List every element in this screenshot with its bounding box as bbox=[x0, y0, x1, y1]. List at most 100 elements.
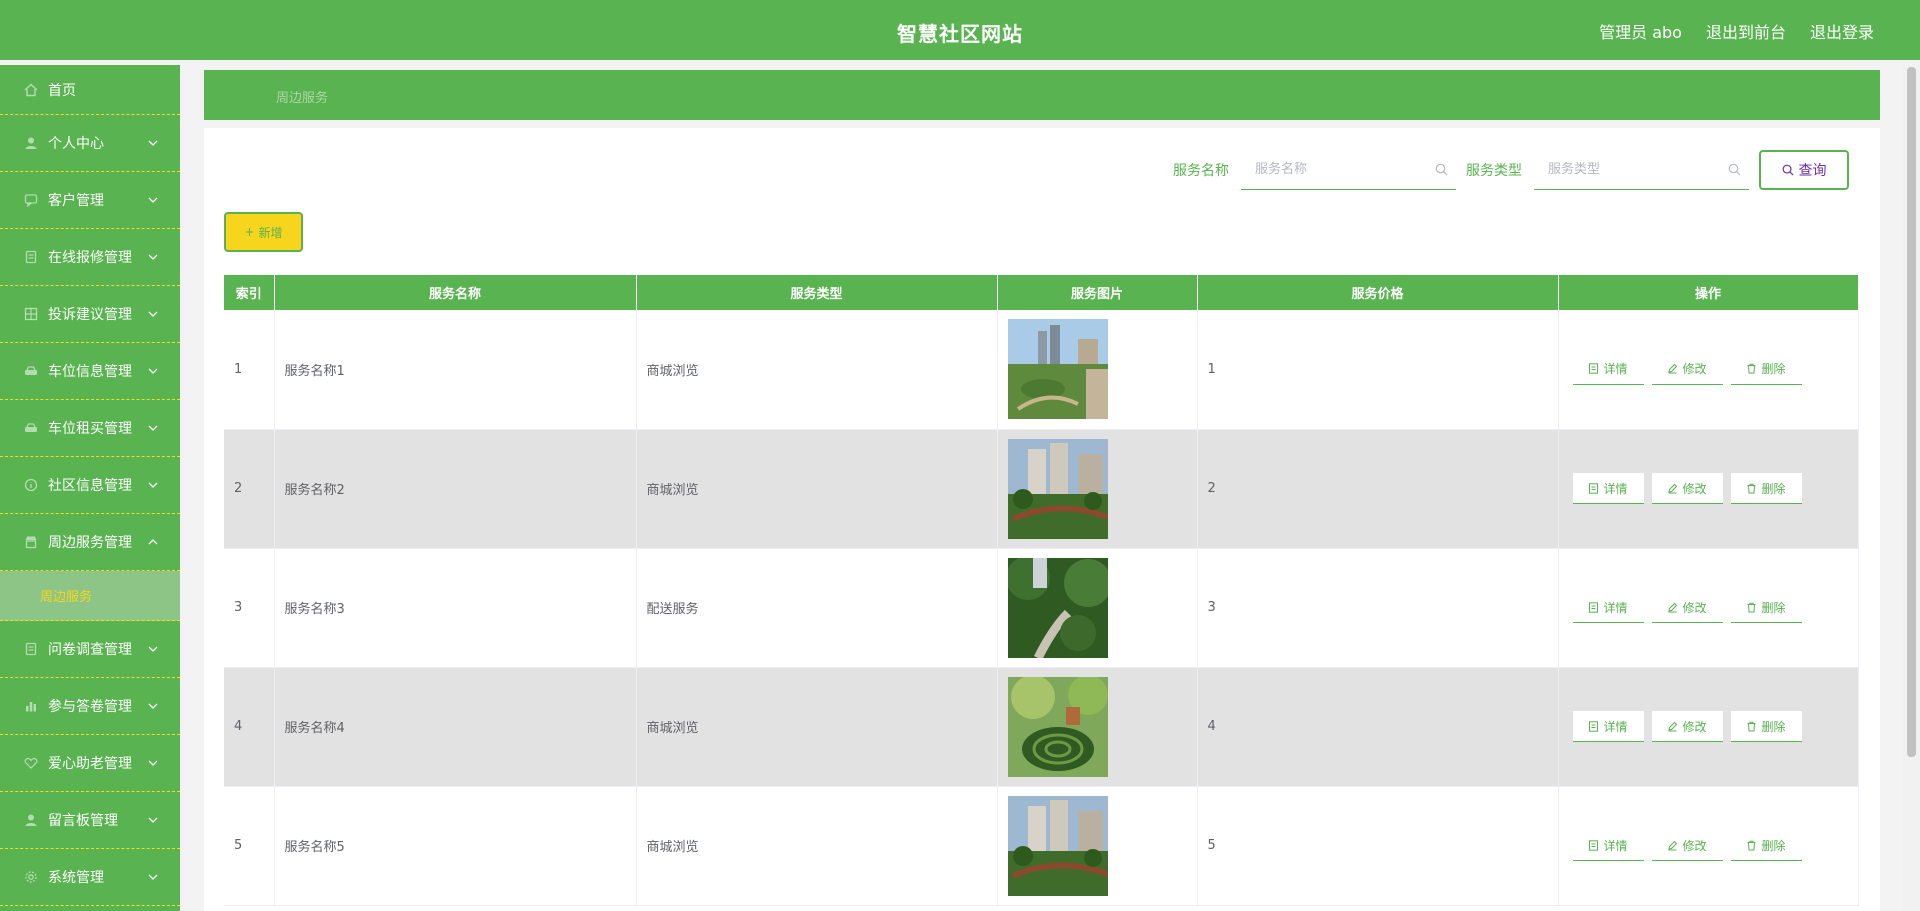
chevron-down-icon bbox=[148, 813, 158, 823]
service-name-field bbox=[1241, 150, 1456, 190]
chevron-up-icon bbox=[148, 535, 158, 545]
edit-button[interactable]: 修改 bbox=[1651, 592, 1723, 623]
col-service-type: 服务类型 bbox=[636, 275, 998, 310]
top-bar: 智慧社区网站 管理员 abo 退出到前台 退出登录 bbox=[0, 0, 1920, 60]
delete-label: 删除 bbox=[1761, 838, 1786, 853]
row-price: 2 bbox=[1197, 429, 1559, 549]
exit-to-front-link[interactable]: 退出到前台 bbox=[1706, 19, 1786, 43]
sidebar-item-label: 投诉建议管理 bbox=[48, 307, 132, 323]
service-name-label: 服务名称 bbox=[1173, 163, 1229, 179]
search-icon bbox=[1728, 163, 1741, 176]
search-icon bbox=[1782, 164, 1794, 176]
table-row: 5 服务名称5 商城浏览 5 详情 修改 删除 bbox=[224, 786, 1859, 906]
col-actions: 操作 bbox=[1558, 275, 1859, 310]
sidebar-item-answer[interactable]: 参与答卷管理 bbox=[0, 678, 180, 735]
row-name: 服务名称2 bbox=[274, 429, 637, 549]
row-name: 服务名称4 bbox=[274, 667, 637, 787]
detail-label: 详情 bbox=[1603, 600, 1628, 615]
chevron-down-icon bbox=[148, 193, 158, 203]
row-name: 服务名称3 bbox=[274, 548, 637, 668]
top-bar-actions: 管理员 abo 退出到前台 退出登录 bbox=[1599, 19, 1874, 43]
edit-icon bbox=[1668, 840, 1678, 850]
document-icon bbox=[1589, 601, 1599, 613]
service-name-input[interactable] bbox=[1241, 150, 1456, 189]
delete-button[interactable]: 删除 bbox=[1730, 354, 1802, 385]
sidebar-subitem-nearby-service[interactable]: 周边服务 bbox=[0, 571, 180, 621]
delete-button[interactable]: 删除 bbox=[1730, 711, 1802, 742]
table-row: 1 服务名称1 商城浏览 1 详情 修改 删除 bbox=[224, 310, 1859, 430]
sidebar-item-home[interactable]: 首页 bbox=[0, 65, 180, 115]
service-table: 索引 服务名称 服务类型 服务图片 服务价格 操作 1 服务名称1 商城浏览 1… bbox=[224, 275, 1859, 906]
delete-label: 删除 bbox=[1761, 719, 1786, 734]
detail-button[interactable]: 详情 bbox=[1572, 592, 1644, 623]
sidebar-item-parking-info[interactable]: 车位信息管理 bbox=[0, 343, 180, 400]
chevron-down-icon bbox=[148, 250, 158, 260]
breadcrumb-current[interactable]: 周边服务 bbox=[276, 87, 328, 106]
edit-icon bbox=[1668, 483, 1678, 493]
service-type-input[interactable] bbox=[1534, 150, 1749, 189]
sidebar-item-system[interactable]: 系统管理 bbox=[0, 849, 180, 906]
row-image-cell bbox=[997, 310, 1198, 430]
plus-icon: + bbox=[244, 225, 255, 239]
edit-icon bbox=[1668, 721, 1678, 731]
detail-label: 详情 bbox=[1603, 362, 1628, 377]
sidebar-item-community-info[interactable]: 社区信息管理 bbox=[0, 457, 180, 514]
chat-icon bbox=[24, 193, 38, 207]
row-name: 服务名称1 bbox=[274, 310, 637, 430]
scrollbar-thumb[interactable] bbox=[1907, 67, 1916, 757]
row-type: 商城浏览 bbox=[636, 429, 998, 549]
edit-button[interactable]: 修改 bbox=[1651, 354, 1723, 385]
sidebar-item-label: 问卷调查管理 bbox=[48, 642, 132, 658]
logout-link[interactable]: 退出登录 bbox=[1810, 19, 1874, 43]
chevron-down-icon bbox=[148, 421, 158, 431]
trash-icon bbox=[1747, 363, 1756, 374]
sidebar-item-label: 留言板管理 bbox=[48, 813, 118, 829]
row-type: 商城浏览 bbox=[636, 310, 998, 430]
detail-label: 详情 bbox=[1603, 481, 1628, 496]
document-icon bbox=[1589, 482, 1599, 494]
breadcrumb: 周边服务 bbox=[204, 70, 1880, 120]
row-price: 4 bbox=[1197, 667, 1559, 787]
search-icon bbox=[1435, 163, 1448, 176]
edit-button[interactable]: 修改 bbox=[1651, 473, 1723, 504]
service-image bbox=[1007, 795, 1108, 896]
delete-button[interactable]: 删除 bbox=[1730, 830, 1802, 861]
edit-button[interactable]: 修改 bbox=[1651, 711, 1723, 742]
edit-label: 修改 bbox=[1682, 600, 1707, 615]
add-button[interactable]: + 新增 bbox=[224, 212, 303, 252]
col-service-image: 服务图片 bbox=[997, 275, 1198, 310]
trash-icon bbox=[1747, 840, 1756, 850]
service-image bbox=[1007, 319, 1108, 420]
detail-button[interactable]: 详情 bbox=[1572, 473, 1644, 504]
row-actions: 详情 修改 删除 bbox=[1558, 310, 1859, 430]
sidebar-item-message-board[interactable]: 留言板管理 bbox=[0, 792, 180, 849]
detail-button[interactable]: 详情 bbox=[1572, 711, 1644, 742]
edit-button[interactable]: 修改 bbox=[1651, 830, 1723, 861]
sidebar-item-customer[interactable]: 客户管理 bbox=[0, 172, 180, 229]
detail-button[interactable]: 详情 bbox=[1572, 354, 1644, 385]
row-actions: 详情 修改 删除 bbox=[1558, 786, 1859, 906]
query-button[interactable]: 查询 bbox=[1759, 150, 1849, 190]
sidebar-item-survey[interactable]: 问卷调查管理 bbox=[0, 621, 180, 678]
trash-icon bbox=[1747, 483, 1756, 493]
page-scrollbar[interactable] bbox=[1903, 65, 1920, 911]
detail-button[interactable]: 详情 bbox=[1572, 830, 1644, 861]
row-index: 4 bbox=[224, 667, 275, 787]
gear-icon bbox=[24, 870, 38, 884]
sidebar-item-personal-center[interactable]: 个人中心 bbox=[0, 115, 180, 172]
row-index: 1 bbox=[224, 310, 275, 430]
delete-button[interactable]: 删除 bbox=[1730, 592, 1802, 623]
sidebar-item-repair[interactable]: 在线报修管理 bbox=[0, 229, 180, 286]
row-actions: 详情 修改 删除 bbox=[1558, 429, 1859, 549]
sidebar-item-parking-rent[interactable]: 车位租买管理 bbox=[0, 400, 180, 457]
table-row: 2 服务名称2 商城浏览 2 详情 修改 删除 bbox=[224, 429, 1859, 549]
row-price: 3 bbox=[1197, 548, 1559, 668]
sidebar-item-label: 车位租买管理 bbox=[48, 421, 132, 437]
sidebar-item-elderly-care[interactable]: 爱心助老管理 bbox=[0, 735, 180, 792]
row-image-cell bbox=[997, 429, 1198, 549]
document-icon bbox=[1589, 720, 1599, 732]
sidebar-item-complaint[interactable]: 投诉建议管理 bbox=[0, 286, 180, 343]
detail-label: 详情 bbox=[1603, 838, 1628, 853]
delete-button[interactable]: 删除 bbox=[1730, 473, 1802, 504]
sidebar-item-nearby-service[interactable]: 周边服务管理 bbox=[0, 514, 180, 571]
